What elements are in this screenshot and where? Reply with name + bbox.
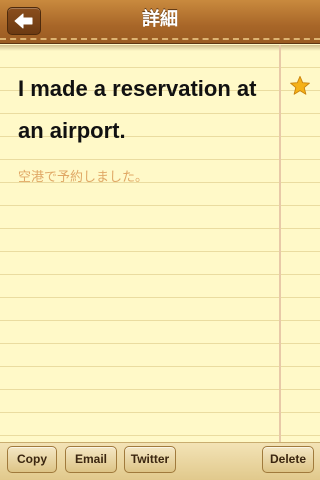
twitter-button[interactable]: Twitter bbox=[124, 446, 176, 473]
header-shadow bbox=[0, 45, 320, 51]
email-button[interactable]: Email bbox=[65, 446, 117, 473]
back-arrow-icon bbox=[14, 13, 33, 29]
star-icon[interactable] bbox=[289, 75, 311, 97]
japanese-translation: 空港で予約しました。 bbox=[18, 170, 149, 185]
delete-button[interactable]: Delete bbox=[262, 446, 314, 473]
page-title: 詳細 bbox=[142, 9, 178, 30]
nav-bar: 詳細 bbox=[0, 0, 320, 44]
copy-button[interactable]: Copy bbox=[7, 446, 57, 473]
english-sentence: I made a reservation at an airport. bbox=[18, 76, 257, 143]
back-button[interactable] bbox=[7, 7, 41, 35]
